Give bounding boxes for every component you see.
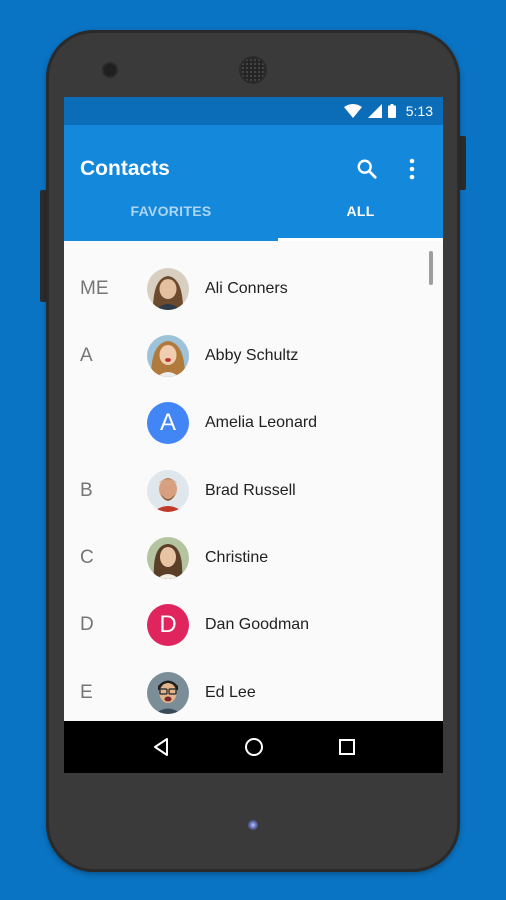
system-nav-bar xyxy=(64,721,443,773)
back-icon xyxy=(153,738,168,756)
avatar xyxy=(147,469,189,512)
home-icon xyxy=(244,738,263,756)
photo-avatar-icon xyxy=(147,267,189,310)
contact-name: Christine xyxy=(205,548,269,566)
contact-name: Ed Lee xyxy=(205,683,256,701)
avatar xyxy=(147,536,189,579)
contact-row-amelia-leonard[interactable]: A Amelia Leonard xyxy=(64,389,443,456)
section-letter: C xyxy=(80,546,94,568)
status-bar: 5:13 xyxy=(64,97,443,125)
photo-avatar-icon xyxy=(147,334,189,377)
photo-avatar-icon xyxy=(147,536,189,579)
earpiece-speaker xyxy=(241,58,265,82)
avatar xyxy=(147,334,189,377)
section-letter: D xyxy=(80,613,94,635)
recents-icon xyxy=(338,739,355,755)
signal-icon xyxy=(367,104,382,118)
tab-favorites[interactable]: FAVORITES xyxy=(64,183,278,241)
phone-power-button xyxy=(459,136,466,190)
tab-all-label: ALL xyxy=(346,203,375,219)
back-button[interactable] xyxy=(149,735,173,759)
app-bar: Contacts FAVORITES ALL xyxy=(64,125,443,241)
avatar: A xyxy=(147,401,189,444)
home-button[interactable] xyxy=(242,735,266,759)
avatar-letter: A xyxy=(159,408,176,436)
avatar xyxy=(147,267,189,310)
contact-list[interactable]: ME Ali Conners A Abby Schultz A Amelia L… xyxy=(64,241,443,773)
battery-icon xyxy=(387,104,396,118)
contact-row-christine[interactable]: C Christine xyxy=(64,524,443,591)
contact-name: Amelia Leonard xyxy=(205,413,318,431)
contact-row-dan-goodman[interactable]: D D Dan Goodman xyxy=(64,591,443,658)
contact-row-ed-lee[interactable]: E Ed Lee xyxy=(64,659,443,726)
contact-name: Abby Schultz xyxy=(205,346,299,364)
wifi-icon xyxy=(343,104,362,118)
app-title: Contacts xyxy=(80,157,170,180)
avatar xyxy=(147,671,189,714)
photo-avatar-icon xyxy=(147,469,189,512)
photo-avatar-icon xyxy=(147,671,189,714)
section-letter: ME xyxy=(80,277,109,299)
phone-screen: 5:13 Contacts FAVORITES ALL ME Ali Conne… xyxy=(64,97,443,773)
contact-row-brad-russell[interactable]: B Brad Russell xyxy=(64,457,443,524)
tab-bar: FAVORITES ALL xyxy=(64,183,443,241)
tab-favorites-label: FAVORITES xyxy=(130,203,212,219)
search-icon[interactable] xyxy=(356,158,378,180)
contact-row-ali-conners[interactable]: ME Ali Conners xyxy=(64,255,443,322)
avatar: D xyxy=(147,603,189,646)
contact-name: Dan Goodman xyxy=(205,615,310,633)
section-letter: B xyxy=(80,479,93,501)
contact-name: Brad Russell xyxy=(205,481,296,499)
notification-led xyxy=(248,820,258,830)
recents-button[interactable] xyxy=(335,735,359,759)
tab-all[interactable]: ALL xyxy=(278,183,443,241)
avatar-letter: D xyxy=(159,610,177,638)
status-time: 5:13 xyxy=(405,103,433,119)
front-camera xyxy=(104,64,116,76)
section-letter: A xyxy=(80,344,93,366)
more-vert-icon[interactable] xyxy=(406,157,418,181)
contact-name: Ali Conners xyxy=(205,279,288,297)
contact-row-abby-schultz[interactable]: A Abby Schultz xyxy=(64,322,443,389)
section-letter: E xyxy=(80,681,93,703)
